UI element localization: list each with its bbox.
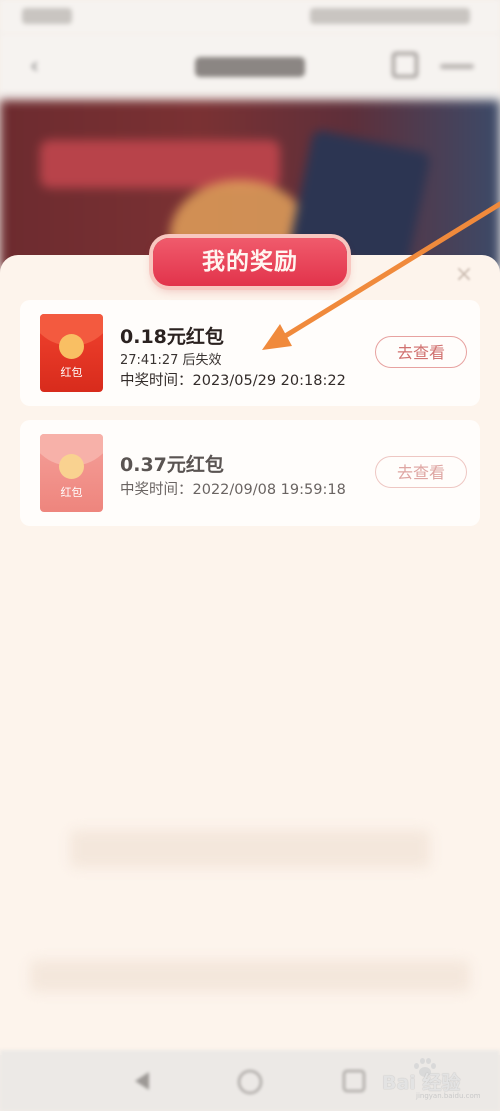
rewards-title-badge: 我的奖励 bbox=[153, 238, 347, 286]
view-reward-button[interactable]: 去查看 bbox=[375, 336, 467, 368]
background-blur-text bbox=[70, 830, 430, 868]
reward-expiry: 27:41:27 后失效 bbox=[120, 353, 222, 368]
envelope-label: 红包 bbox=[60, 486, 83, 499]
more-icon[interactable] bbox=[440, 64, 474, 69]
envelope-coin bbox=[59, 454, 84, 479]
view-reward-button[interactable]: 去查看 bbox=[375, 456, 467, 488]
baidu-watermark: Bai 经验 jingyan.baidu.com bbox=[380, 1054, 495, 1104]
envelope-coin bbox=[59, 334, 84, 359]
share-icon[interactable] bbox=[392, 52, 418, 78]
nav-back-icon[interactable] bbox=[135, 1072, 149, 1090]
red-envelope-icon: 红包 bbox=[40, 314, 103, 392]
status-bar bbox=[0, 0, 500, 34]
reward-card-2-title: 0.37元红包 bbox=[120, 454, 224, 476]
watermark-url: jingyan.baidu.com bbox=[416, 1092, 481, 1100]
close-icon[interactable]: × bbox=[452, 263, 476, 287]
nav-bar: ‹ bbox=[0, 34, 500, 100]
background-blur-text bbox=[30, 960, 470, 992]
back-arrow-icon[interactable]: ‹ bbox=[30, 56, 48, 78]
status-icons bbox=[310, 8, 470, 24]
red-envelope-icon: 红包 bbox=[40, 434, 103, 512]
status-time bbox=[22, 8, 72, 24]
reward-win-time: 中奖时间：2022/09/08 19:59:18 bbox=[120, 482, 346, 498]
rewards-title: 我的奖励 bbox=[202, 249, 298, 275]
nav-home-icon[interactable] bbox=[238, 1070, 262, 1094]
reward-card-1-title: 0.18元红包 bbox=[120, 326, 224, 348]
watermark-text: Bai 经验 bbox=[382, 1072, 461, 1094]
reward-win-time: 中奖时间：2023/05/29 20:18:22 bbox=[120, 373, 346, 389]
nav-recent-apps-icon[interactable] bbox=[343, 1070, 365, 1092]
reward-card[interactable]: 红包 0.18元红包 27:41:27 后失效 中奖时间：2023/05/29 … bbox=[20, 300, 480, 406]
envelope-label: 红包 bbox=[60, 366, 83, 379]
reward-card[interactable]: 红包 0.37元红包 中奖时间：2022/09/08 19:59:18 去查看 bbox=[20, 420, 480, 526]
page-title bbox=[195, 57, 305, 77]
